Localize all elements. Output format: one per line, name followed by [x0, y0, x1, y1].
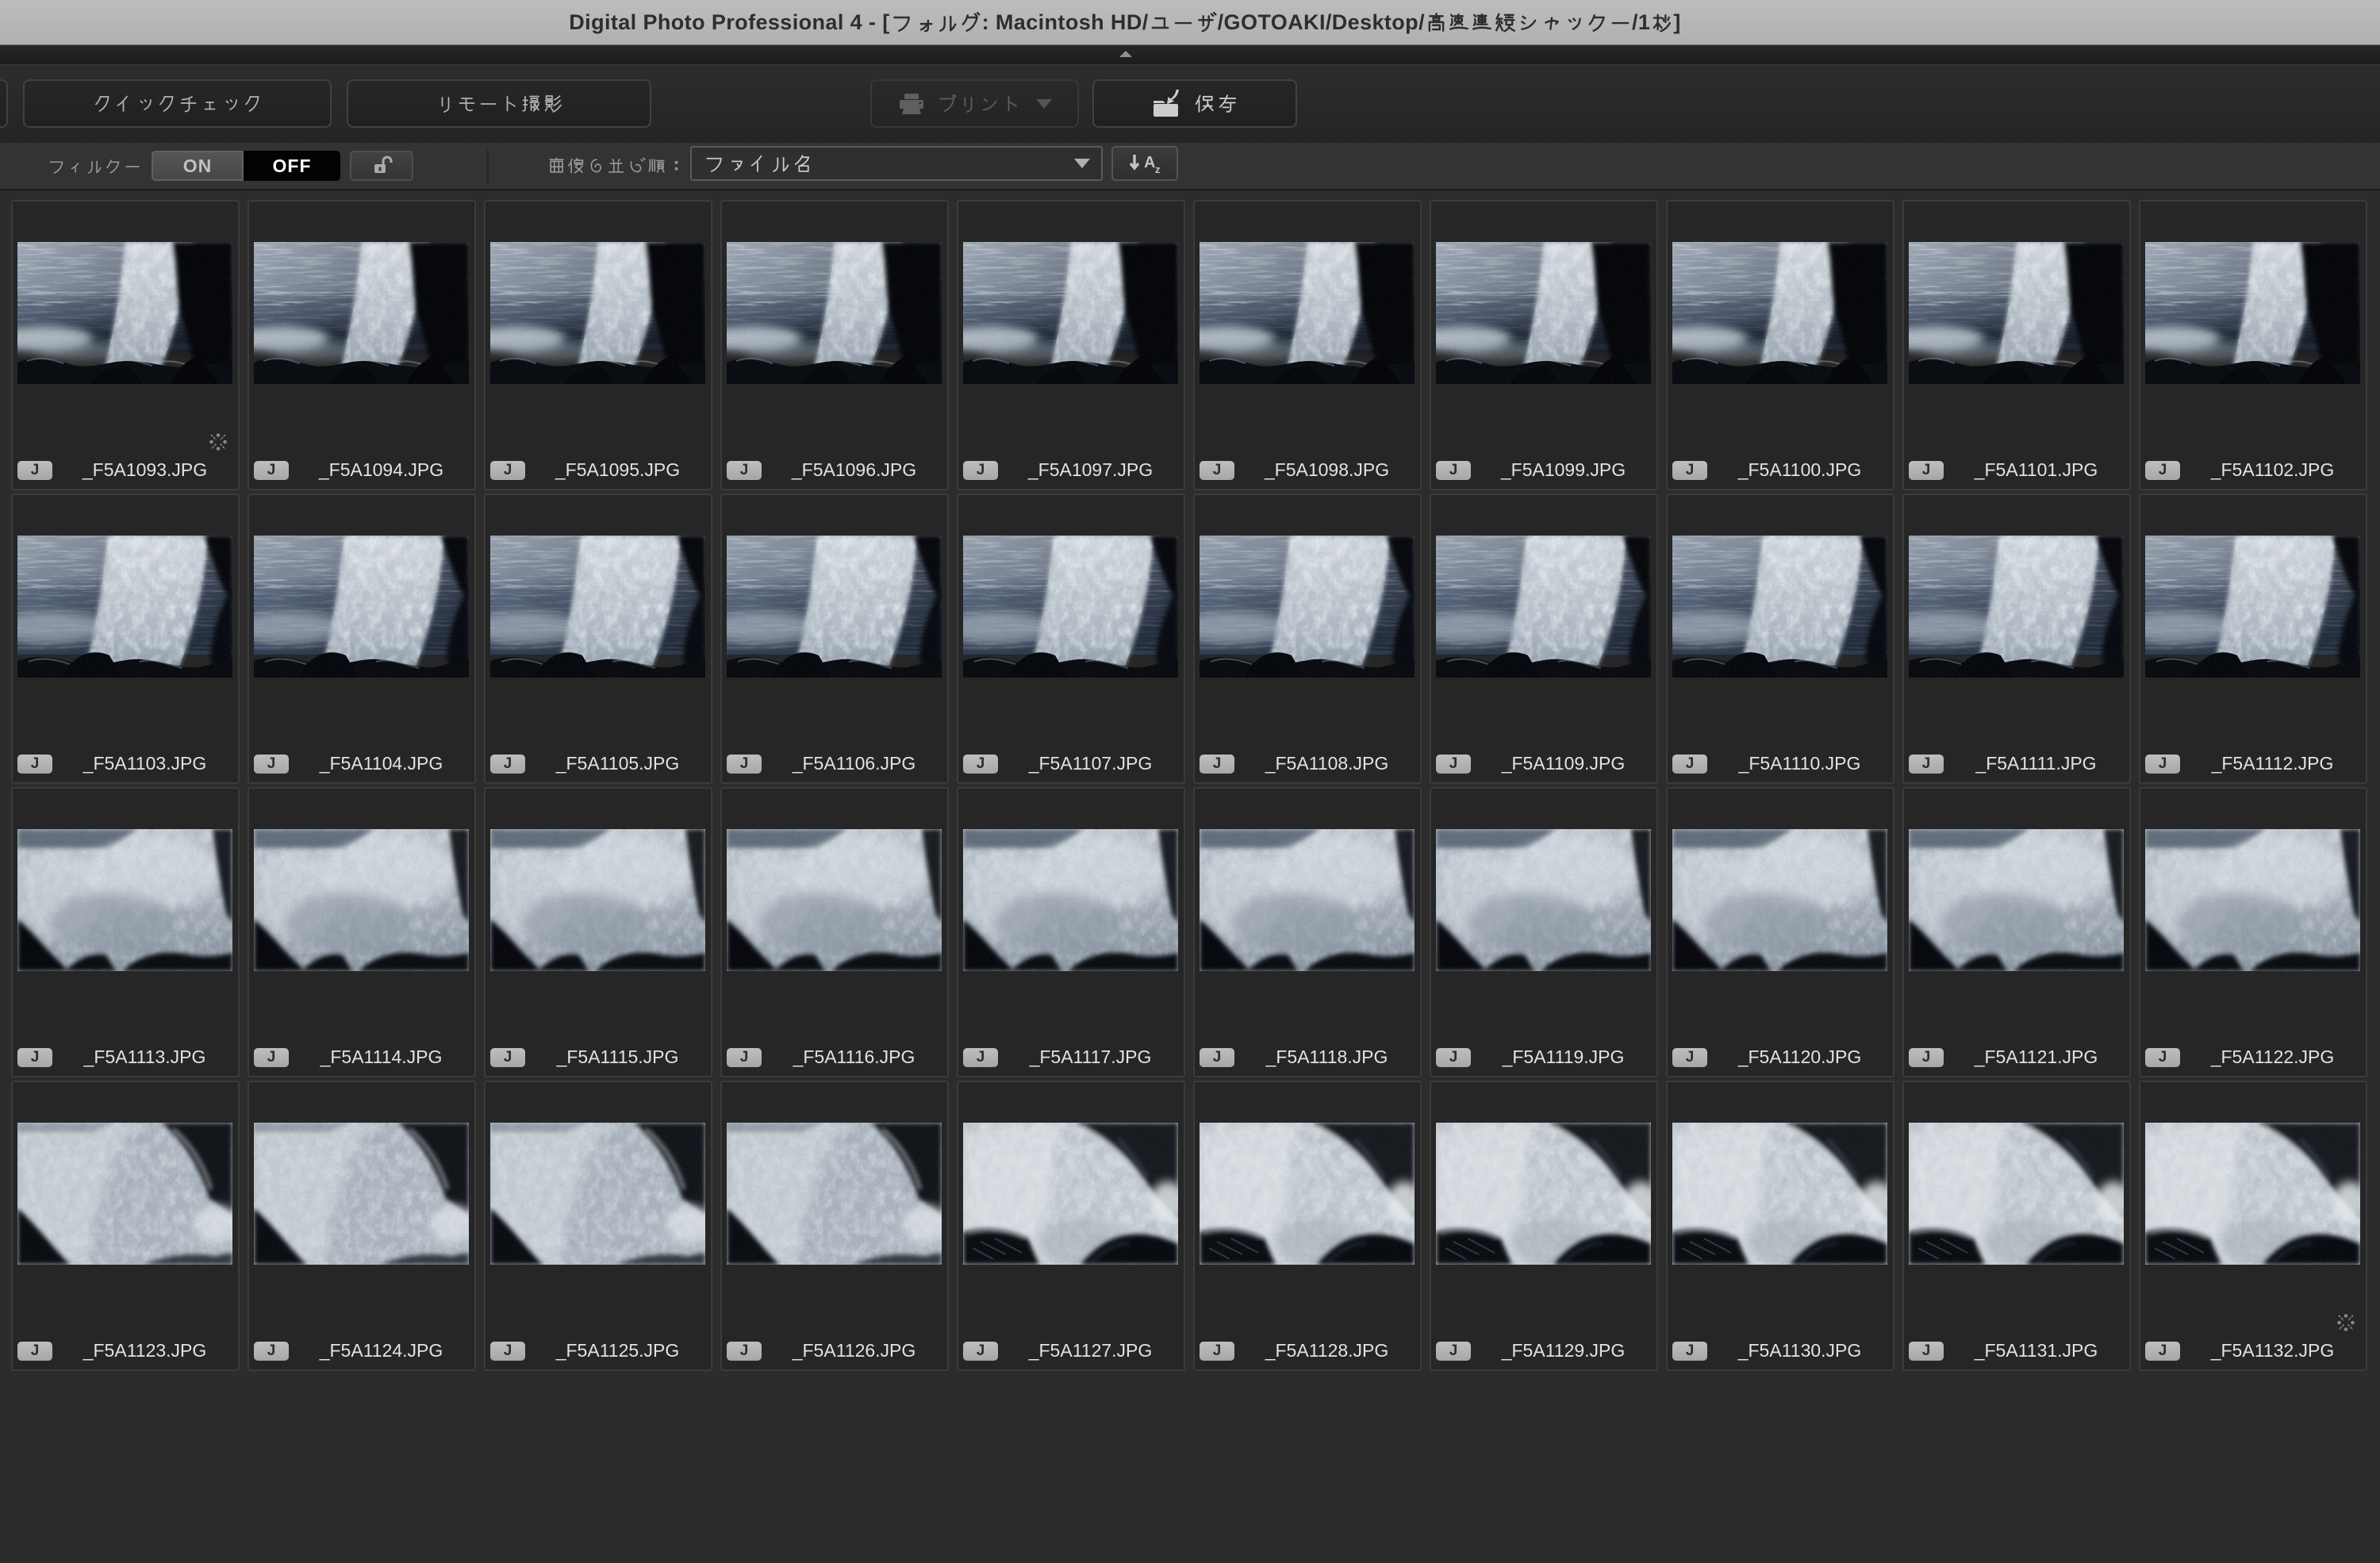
svg-text:A: A	[1144, 154, 1155, 171]
svg-text:z: z	[1155, 163, 1161, 175]
